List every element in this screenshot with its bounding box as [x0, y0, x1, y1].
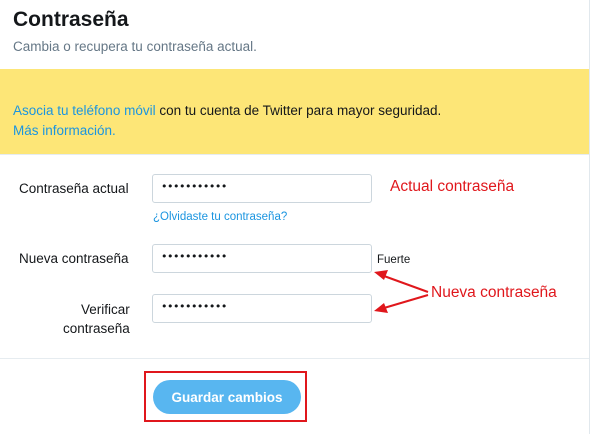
banner-more: Más información.: [13, 123, 116, 138]
arrow-to-new-password: [383, 275, 429, 293]
arrow-to-verify-password: [383, 294, 429, 309]
password-strength: Fuerte: [377, 254, 411, 266]
panel-right-border: [589, 0, 590, 434]
annotation-new: Nueva contraseña: [431, 284, 557, 301]
arrow-head-lower: [374, 303, 388, 313]
save-button[interactable]: Guardar cambios: [153, 380, 301, 414]
page-subtitle: Cambia o recupera tu contraseña actual.: [13, 39, 257, 54]
current-password-input[interactable]: •••••••••••: [152, 174, 372, 203]
banner-text: con tu cuenta de Twitter para mayor segu…: [155, 103, 442, 118]
new-password-label: Nueva contraseña: [19, 251, 129, 266]
arrow-head-upper: [374, 270, 388, 280]
divider-bottom: [0, 358, 589, 359]
forgot-password-link[interactable]: ¿Olvidaste tu contraseña?: [153, 211, 287, 223]
link-phone[interactable]: Asocia tu teléfono móvil: [13, 103, 156, 118]
verify-password-label-line2: contraseña: [63, 321, 130, 336]
annotation-arrows: [374, 270, 429, 313]
verify-password-label-line1: Verificar: [81, 302, 130, 317]
verify-password-input[interactable]: •••••••••••: [152, 294, 372, 323]
new-password-input[interactable]: •••••••••••: [152, 244, 372, 273]
link-more-info[interactable]: Más información.: [13, 123, 116, 138]
current-password-label: Contraseña actual: [19, 181, 129, 196]
divider: [0, 154, 589, 155]
security-banner: Asocia tu teléfono móvil con tu cuenta d…: [0, 69, 589, 155]
annotation-current: Actual contraseña: [390, 178, 515, 195]
page-title: Contraseña: [13, 8, 129, 31]
banner-message: Asocia tu teléfono móvil con tu cuenta d…: [13, 103, 441, 118]
